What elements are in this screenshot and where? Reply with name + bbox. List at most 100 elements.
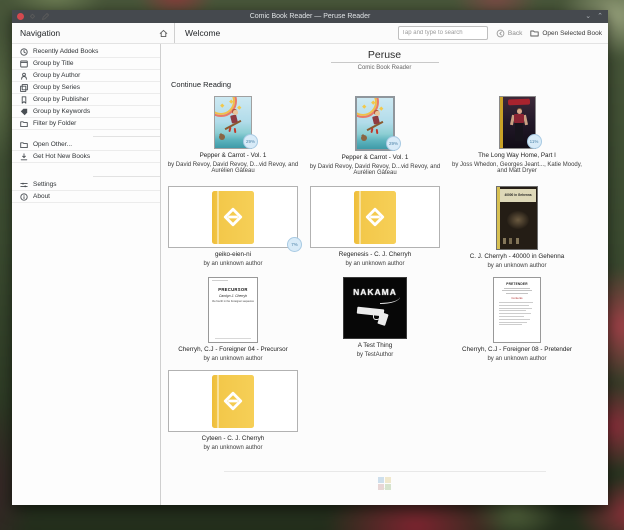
download-icon: [20, 152, 28, 160]
sidebar-item-open-other[interactable]: Open Other...: [12, 139, 160, 151]
navigation-sidebar: Recently Added Books Group by Title Grou…: [12, 44, 161, 505]
book-cover[interactable]: PRECURSOR Carolyn J. Cherryh the fourth …: [208, 277, 258, 343]
cover-text: PRECURSOR: [218, 287, 248, 292]
sidebar-section-divider: [12, 163, 160, 179]
book-card[interactable]: Regenesis - C. J. Cherryh by an unknown …: [305, 186, 445, 267]
sidebar-item-label: Group by Publisher: [33, 96, 89, 103]
progress-badge: 29%: [243, 134, 258, 149]
sidebar-item-settings[interactable]: Settings: [12, 179, 160, 191]
window-titlebar: Comic Book Reader — Peruse Reader ⌄ ⌃: [12, 10, 608, 23]
info-icon: [20, 192, 28, 201]
search-input[interactable]: [397, 26, 488, 40]
sidebar-item-group-by-author[interactable]: Group by Author: [12, 70, 160, 82]
book-title: C. J. Cherryh - 40000 in Gehenna: [469, 253, 565, 260]
book-title: geiko-eien-ni: [214, 251, 252, 258]
book-card[interactable]: 40000 in Gehenna C. J. Cherryh - 40000 i…: [447, 186, 587, 269]
sidebar-item-recently-added-books[interactable]: Recently Added Books: [12, 46, 160, 58]
book-card[interactable]: NAKAMA A Test Thing by TestAuthor: [305, 277, 445, 358]
sidebar-item-label: Open Other...: [33, 141, 73, 148]
book-author: by TestAuthor: [356, 352, 394, 358]
sidebar-item-label: Filter by Folder: [33, 120, 77, 127]
cover-text: Carolyn J. Cherryh: [218, 294, 248, 298]
book-author: by Joss Whedon, Georges Jeant..., Katie …: [452, 162, 582, 174]
unshade-window-icon[interactable]: ⌃: [597, 13, 603, 20]
peruse-app-icon: [29, 13, 36, 19]
book-author: by an unknown author: [345, 261, 405, 267]
copies-icon: [20, 83, 28, 92]
progress-badge: 29%: [386, 136, 401, 151]
navigation-header: Navigation: [12, 23, 175, 43]
cover-text: NAKAMA: [353, 287, 397, 297]
book-title: A Test Thing: [357, 342, 393, 349]
back-button[interactable]: Back: [496, 29, 522, 38]
cover-text: 40000 in Gehenna: [504, 192, 532, 197]
sidebar-item-label: Group by Title: [33, 60, 74, 67]
book-card[interactable]: Cyteen - C. J. Cherryh by an unknown aut…: [163, 370, 303, 451]
clock-icon: [20, 47, 28, 56]
peruse-watermark-icon: [377, 477, 391, 490]
person-icon: [21, 72, 27, 80]
generic-book-icon: [354, 190, 396, 244]
title-icon: [20, 60, 28, 67]
sidebar-item-label: About: [33, 193, 50, 200]
book-cover[interactable]: [310, 186, 440, 248]
book-cover[interactable]: PRETENDER Contents: [493, 277, 541, 343]
generic-book-icon: [212, 190, 254, 244]
sidebar-item-get-hot-new-books[interactable]: Get Hot New Books: [12, 151, 160, 163]
gun-graphic: [355, 305, 395, 326]
section-title: Continue Reading: [171, 80, 232, 89]
heading-divider: [330, 62, 439, 63]
folder-icon: [20, 141, 28, 148]
header-row: Navigation Welcome Back Open Selected Bo…: [12, 23, 608, 44]
book-author: by David Revoy, David Revoy, D...vid Rev…: [167, 162, 299, 174]
welcome-view: Peruse Comic Book Reader Continue Readin…: [161, 44, 608, 505]
cover-text: PRETENDER: [506, 282, 528, 286]
open-selected-book-button[interactable]: Open Selected Book: [530, 29, 602, 38]
book-cover[interactable]: NAKAMA: [343, 277, 407, 339]
book-card[interactable]: PRECURSOR Carolyn J. Cherryh the fourth …: [163, 277, 303, 362]
book-title: The Long Way Home, Part I: [478, 152, 556, 159]
home-icon[interactable]: [159, 29, 168, 38]
book-title: Pepper & Carrot - Vol. 1: [341, 154, 409, 161]
book-title: Cherryh, C.J - Foreigner 08 - Pretender: [462, 346, 572, 353]
book-card[interactable]: 29% Pepper & Carrot - Vol. 1 by David Re…: [305, 96, 445, 176]
sidebar-item-group-by-keywords[interactable]: Group by Keywords: [12, 106, 160, 118]
app-heading: Peruse Comic Book Reader: [161, 49, 608, 71]
book-card[interactable]: PRETENDER Contents Cherryh, C.J - Foreig…: [447, 277, 587, 362]
book-cover[interactable]: [168, 186, 298, 248]
toolbar: Welcome Back Open Selected Book: [175, 23, 608, 43]
book-title: Cyteen - C. J. Cherryh: [201, 435, 265, 442]
book-row: 7% geiko-eien-ni by an unknown author Re…: [161, 186, 608, 269]
close-window-icon[interactable]: [17, 13, 24, 20]
folder-icon: [20, 120, 28, 127]
book-author: by an unknown author: [203, 445, 263, 451]
cover-text: the fourth in the Foreigner sequence: [212, 300, 254, 303]
book-author: by an unknown author: [487, 263, 547, 269]
sidebar-item-group-by-publisher[interactable]: Group by Publisher: [12, 94, 160, 106]
book-card[interactable]: 11% The Long Way Home, Part I by Joss Wh…: [447, 96, 587, 174]
book-author: by an unknown author: [203, 261, 263, 267]
sidebar-item-filter-by-folder[interactable]: Filter by Folder: [12, 118, 160, 130]
book-row: Cyteen - C. J. Cherryh by an unknown aut…: [161, 370, 608, 451]
page-title: Welcome: [185, 28, 221, 38]
sidebar-item-group-by-series[interactable]: Group by Series: [12, 82, 160, 94]
progress-badge: 11%: [526, 134, 542, 149]
book-cover[interactable]: [168, 370, 298, 432]
cover-text: Contents: [511, 296, 523, 301]
book-card[interactable]: 7% geiko-eien-ni by an unknown author: [163, 186, 303, 267]
progress-badge: 7%: [287, 237, 302, 252]
book-card[interactable]: 29% Pepper & Carrot - Vol. 1 by David Re…: [163, 96, 303, 174]
window-title: Comic Book Reader — Peruse Reader: [249, 13, 371, 20]
book-cover[interactable]: 40000 in Gehenna: [496, 186, 538, 250]
book-title: Pepper & Carrot - Vol. 1: [199, 152, 267, 159]
pencil-icon[interactable]: [41, 12, 50, 21]
sidebar-item-label: Settings: [33, 181, 57, 188]
sidebar-item-group-by-title[interactable]: Group by Title: [12, 58, 160, 70]
sidebar-item-label: Group by Author: [33, 72, 81, 79]
shade-window-icon[interactable]: ⌄: [585, 13, 591, 20]
sidebar-item-about[interactable]: About: [12, 191, 160, 203]
book-author: by David Revoy, David Revoy, D...vid Rev…: [309, 164, 441, 176]
app-subtitle: Comic Book Reader: [357, 65, 412, 71]
peruse-window: Comic Book Reader — Peruse Reader ⌄ ⌃ Na…: [12, 10, 608, 505]
sliders-icon: [20, 182, 28, 187]
